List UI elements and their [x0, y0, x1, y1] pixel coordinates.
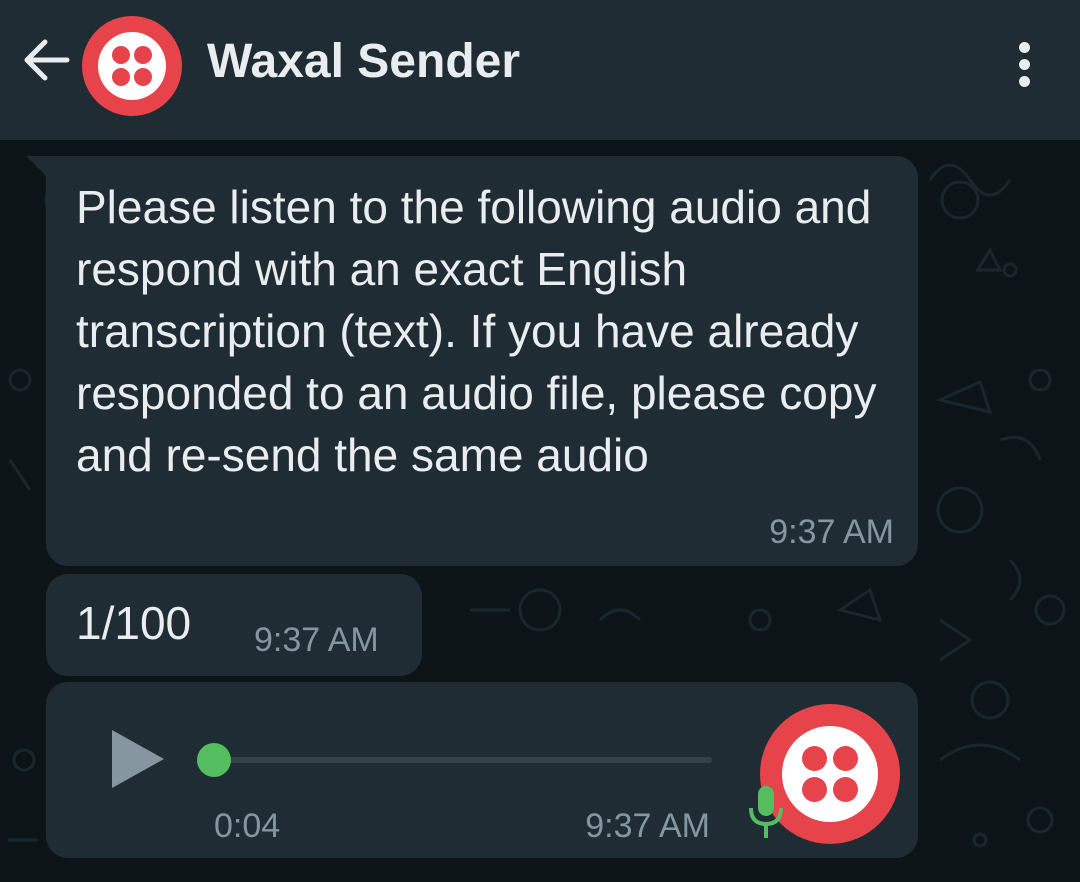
play-icon[interactable]: [108, 726, 168, 792]
twilio-logo-icon: [98, 32, 166, 100]
audio-seek-handle[interactable]: [197, 743, 231, 777]
message-text: Please listen to the following audio and…: [76, 181, 877, 481]
message-time: 9:37 AM: [254, 621, 379, 659]
arrow-left-icon: [24, 39, 70, 81]
message-time: 9:37 AM: [769, 513, 894, 551]
message-bubble[interactable]: Please listen to the following audio and…: [46, 156, 918, 566]
contact-avatar[interactable]: [82, 16, 182, 116]
audio-duration: 0:04: [214, 807, 281, 845]
twilio-logo-icon: [782, 726, 878, 822]
microphone-icon: [749, 786, 783, 838]
audio-progress-track[interactable]: [214, 757, 712, 763]
message-bubble[interactable]: 1/100 9:37 AM: [46, 574, 422, 676]
back-button[interactable]: [18, 32, 74, 88]
message-text: 1/100: [76, 597, 192, 649]
more-options-button[interactable]: [1004, 36, 1044, 92]
more-vertical-icon: [1018, 41, 1030, 53]
chat-header: Waxal Sender: [0, 0, 1080, 140]
voice-message-bubble[interactable]: 0:04 9:37 AM: [46, 682, 918, 858]
contact-name[interactable]: Waxal Sender: [207, 34, 520, 90]
message-time: 9:37 AM: [585, 807, 710, 845]
chat-area[interactable]: Please listen to the following audio and…: [0, 140, 1080, 882]
